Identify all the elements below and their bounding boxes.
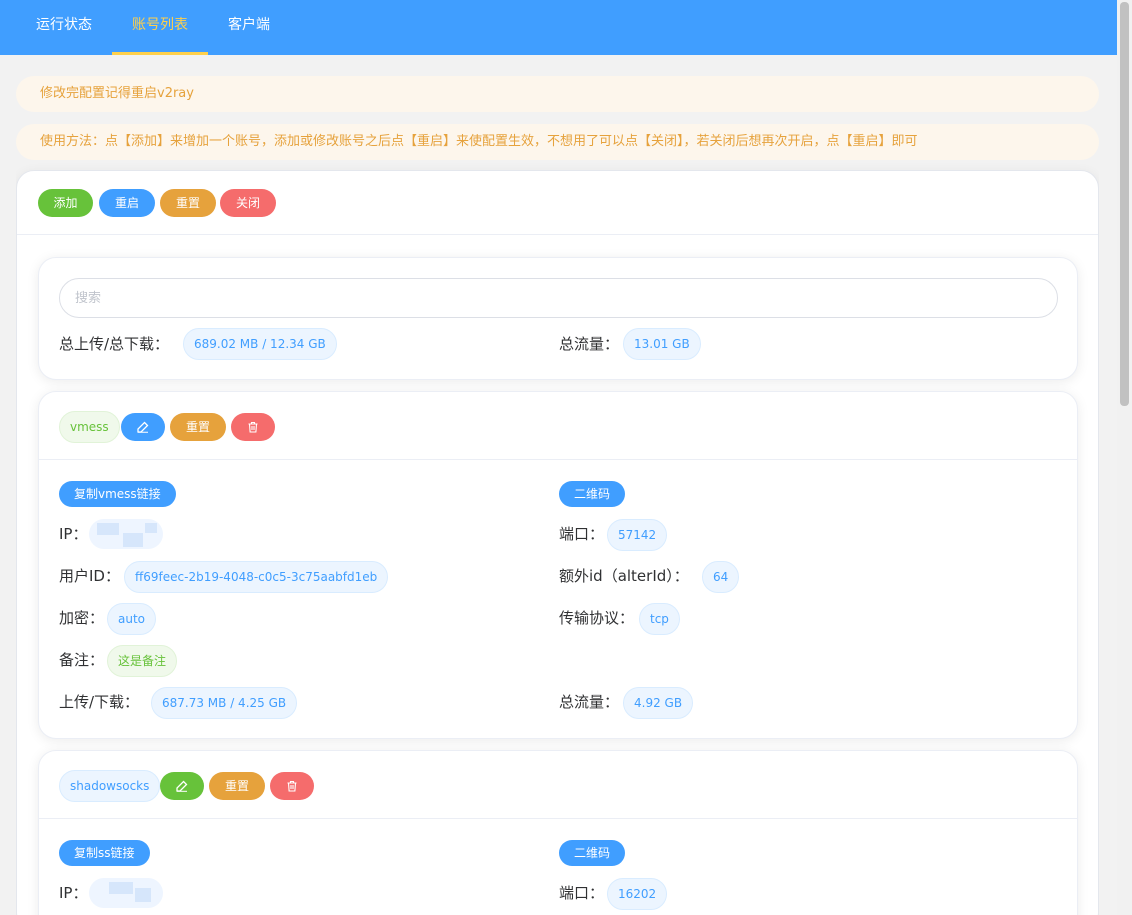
edit-button[interactable] [121, 413, 165, 441]
account-card-shadowsocks: shadowsocks 重置 复制ss链接 二维码 IP： 端口： 16202 [38, 750, 1078, 915]
traffic-value: 4.92 GB [623, 687, 694, 719]
restart-notice-alert: 修改完配置记得重启v2ray [16, 76, 1099, 112]
remark-value: 这是备注 [107, 645, 178, 677]
delete-button[interactable] [270, 772, 314, 800]
updown-value: 687.73 MB / 4.25 GB [151, 687, 298, 719]
ip-value-redacted [89, 878, 163, 908]
copy-ss-link-button[interactable]: 复制ss链接 [59, 840, 150, 866]
summary-card: 总上传/总下载： 689.02 MB / 12.34 GB 总流量： 13.01… [38, 257, 1078, 380]
close-button[interactable]: 关闭 [220, 189, 276, 217]
tab-client[interactable]: 客户端 [208, 0, 290, 55]
account-card-vmess: vmess 重置 复制vmess链接 二维码 IP： 端口： 57142 用户I… [38, 391, 1078, 739]
reset-all-button[interactable]: 重置 [160, 189, 216, 217]
reset-account-button[interactable]: 重置 [209, 772, 265, 800]
page-scrollbar[interactable] [1117, 0, 1132, 915]
updown-label: 上传/下载： [59, 693, 140, 711]
trash-icon [287, 780, 297, 792]
total-updown-label: 总上传/总下载： [59, 335, 170, 353]
ip-label: IP： [59, 525, 88, 543]
edit-icon [176, 780, 188, 792]
total-updown-value: 689.02 MB / 12.34 GB [183, 328, 337, 360]
scrollbar-thumb[interactable] [1120, 2, 1129, 406]
copy-vmess-link-button[interactable]: 复制vmess链接 [59, 481, 176, 507]
port-label: 端口： [559, 525, 605, 543]
remark-label: 备注： [59, 651, 105, 669]
alterid-label: 额外id（alterId）： [559, 567, 689, 585]
network-value: tcp [639, 603, 680, 635]
port-label: 端口： [559, 884, 605, 902]
ip-value-redacted [89, 519, 163, 549]
search-input[interactable] [59, 278, 1058, 318]
alterid-value: 64 [702, 561, 740, 593]
userid-label: 用户ID： [59, 567, 120, 585]
security-label: 加密： [59, 609, 105, 627]
account-card-header: shadowsocks 重置 [39, 751, 1077, 819]
qrcode-button[interactable]: 二维码 [559, 840, 626, 866]
restart-button[interactable]: 重启 [99, 189, 155, 217]
network-label: 传输协议： [559, 609, 635, 627]
protocol-tag: shadowsocks [59, 770, 161, 802]
add-button[interactable]: 添加 [38, 189, 93, 217]
userid-value: ff69feec-2b19-4048-c0c5-3c75aabfd1eb [124, 561, 389, 593]
usage-notice-alert: 使用方法：点【添加】来增加一个账号，添加或修改账号之后点【重启】来使配置生效，不… [16, 124, 1099, 160]
protocol-tag: vmess [59, 411, 120, 443]
top-nav: 运行状态 账号列表 客户端 [0, 0, 1117, 55]
account-toolbar: 添加 重启 重置 关闭 [17, 171, 1098, 235]
account-list-card: 添加 重启 重置 关闭 总上传/总下载： 689.02 MB / 12.34 G… [16, 170, 1099, 915]
total-traffic-value: 13.01 GB [623, 328, 701, 360]
qrcode-button[interactable]: 二维码 [559, 481, 626, 507]
tab-account-list[interactable]: 账号列表 [112, 0, 208, 55]
main-content: 修改完配置记得重启v2ray 使用方法：点【添加】来增加一个账号，添加或修改账号… [16, 55, 1099, 915]
security-value: auto [107, 603, 157, 635]
trash-icon [248, 421, 258, 433]
edit-button[interactable] [160, 772, 204, 800]
edit-icon [137, 421, 149, 433]
port-value: 16202 [607, 878, 668, 910]
account-card-header: vmess 重置 [39, 392, 1077, 460]
delete-button[interactable] [231, 413, 275, 441]
port-value: 57142 [607, 519, 668, 551]
tab-run-status[interactable]: 运行状态 [0, 0, 112, 55]
total-traffic-label: 总流量： [559, 335, 620, 353]
traffic-label: 总流量： [559, 693, 620, 711]
reset-account-button[interactable]: 重置 [170, 413, 226, 441]
ip-label: IP： [59, 884, 88, 902]
